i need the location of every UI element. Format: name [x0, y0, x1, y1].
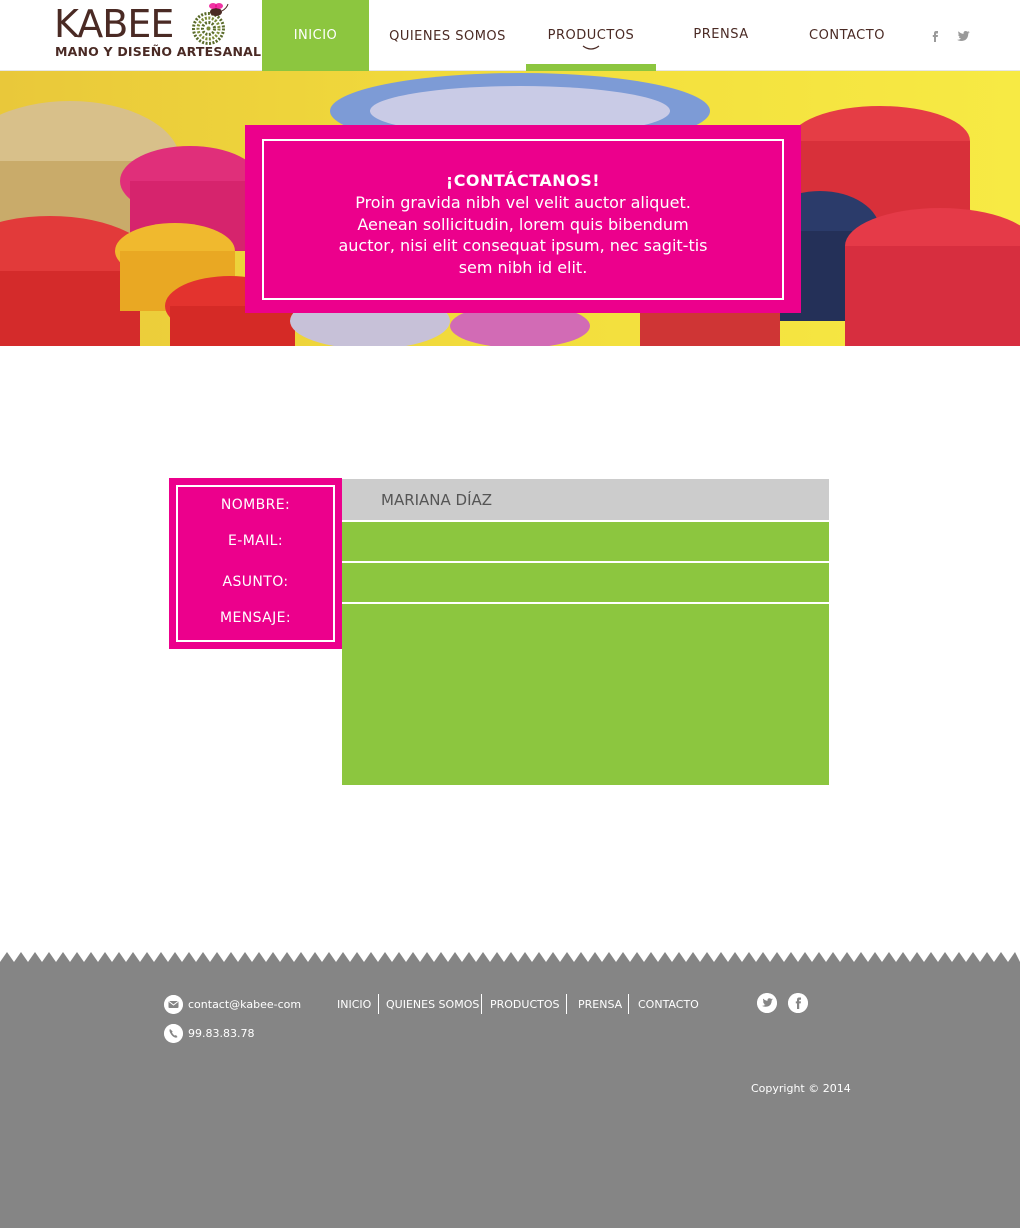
nav-item-inicio[interactable]: INICIO	[262, 0, 369, 71]
kabee-logo[interactable]: KABEE MANO Y DISEÑO ARTESANAL	[54, 2, 261, 62]
hero-title: ¡CONTÁCTANOS!	[445, 171, 601, 190]
footer-nav-separator	[481, 994, 482, 1014]
email-field[interactable]	[342, 522, 829, 561]
footer-nav-quienes-somos[interactable]: QUIENES SOMOS	[386, 998, 479, 1011]
footer-zigzag-edge	[0, 950, 1020, 962]
nav-item-prensa[interactable]: PRENSA	[656, 0, 786, 71]
nav-item-label: PRENSA	[693, 27, 749, 42]
footer-phone-text: 99.83.83.78	[188, 1027, 255, 1040]
logo-tagline: MANO Y DISEÑO ARTESANAL	[55, 44, 262, 59]
nav-active-indicator	[526, 64, 656, 71]
footer-nav-separator	[566, 994, 567, 1014]
nav-item-contacto[interactable]: CONTACTO	[786, 0, 908, 71]
form-labels-panel: NOMBRE: E-MAIL: ASUNTO: MENSAJE:	[169, 478, 342, 649]
subject-field[interactable]	[342, 563, 829, 602]
hero-banner: ¡CONTÁCTANOS! Proin gravida nibh vel vel…	[0, 71, 1020, 346]
nav-item-label: CONTACTO	[809, 28, 885, 43]
nav-item-productos[interactable]: PRODUCTOS	[526, 0, 656, 71]
message-field[interactable]	[342, 604, 829, 785]
nav-item-quienes-somos[interactable]: QUIENES SOMOS	[369, 0, 526, 71]
chevron-down-icon	[582, 45, 600, 50]
site-footer	[0, 950, 1020, 1228]
phone-icon	[164, 1024, 183, 1043]
name-field[interactable]	[342, 479, 829, 520]
footer-nav-productos[interactable]: PRODUCTOS	[490, 998, 560, 1011]
nav-item-label: QUIENES SOMOS	[389, 29, 506, 44]
footer-nav-separator	[628, 994, 629, 1014]
form-labels-frame: NOMBRE: E-MAIL: ASUNTO: MENSAJE:	[176, 485, 335, 642]
footer-nav-contacto[interactable]: CONTACTO	[638, 998, 699, 1011]
facebook-icon[interactable]	[788, 993, 808, 1013]
subject-label: ASUNTO:	[222, 574, 289, 590]
twitter-icon[interactable]	[757, 993, 777, 1013]
footer-email-text: contact@kabee-com	[188, 998, 302, 1011]
nav-item-label: PRODUCTOS	[547, 28, 635, 43]
copyright-text: Copyright © 2014	[751, 1082, 851, 1095]
message-label: MENSAJE:	[219, 610, 291, 626]
footer-nav-inicio[interactable]: INICIO	[337, 998, 371, 1011]
contact-callout-frame: ¡CONTÁCTANOS! Proin gravida nibh vel vel…	[262, 139, 784, 300]
mail-icon	[164, 995, 183, 1014]
twitter-icon[interactable]	[955, 28, 971, 44]
footer-nav-prensa[interactable]: PRENSA	[578, 998, 622, 1011]
hero-description: Proin gravida nibh vel velit auctor aliq…	[338, 193, 708, 277]
footer-nav: INICIO QUIENES SOMOS PRODUCTOS PRENSA CO…	[337, 994, 717, 1014]
email-label: E-MAIL:	[228, 533, 283, 549]
name-label: NOMBRE:	[220, 497, 291, 513]
footer-nav-separator	[378, 994, 379, 1014]
facebook-icon[interactable]	[927, 28, 943, 44]
logo-wordmark: KABEE	[54, 2, 174, 46]
site-header: KABEE MANO Y DISEÑO ARTESANAL INICIO QUI…	[0, 0, 1020, 71]
nav-item-label: INICIO	[293, 28, 338, 43]
bee-icon	[209, 3, 229, 16]
contact-callout: ¡CONTÁCTANOS! Proin gravida nibh vel vel…	[245, 125, 801, 313]
